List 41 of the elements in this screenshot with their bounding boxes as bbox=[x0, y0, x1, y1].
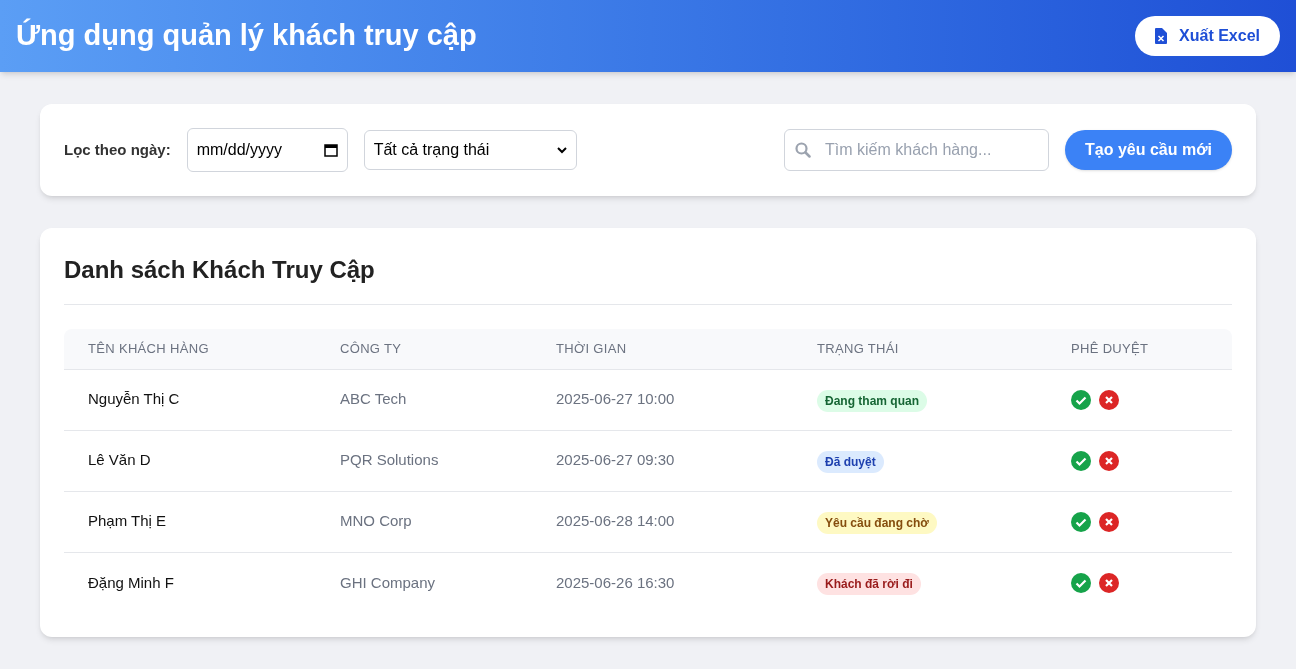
customer-name: Lê Văn D bbox=[88, 451, 151, 469]
status-badge: Khách đã rời đi bbox=[817, 572, 921, 595]
approve-icon[interactable] bbox=[1071, 572, 1091, 593]
customer-name: Nguyễn Thị C bbox=[88, 390, 180, 408]
chevron-down-icon bbox=[556, 146, 567, 154]
company-name: ABC Tech bbox=[340, 390, 407, 408]
column-header: TÊN KHÁCH HÀNG bbox=[64, 329, 316, 369]
search-icon bbox=[795, 142, 812, 158]
company-name: PQR Solutions bbox=[340, 451, 439, 469]
app-title: Ứng dụng quản lý khách truy cập bbox=[16, 17, 477, 54]
reject-icon[interactable] bbox=[1099, 572, 1119, 593]
visit-time: 2025-06-26 16:30 bbox=[556, 573, 675, 591]
search-field[interactable]: Tìm kiếm khách hàng... bbox=[784, 129, 1050, 171]
customer-name: Phạm Thị E bbox=[88, 512, 167, 530]
visit-time: 2025-06-28 14:00 bbox=[556, 512, 675, 530]
reject-icon[interactable] bbox=[1099, 511, 1119, 532]
column-header: TRẠNG THÁI bbox=[793, 329, 1047, 369]
reject-icon[interactable] bbox=[1099, 389, 1119, 410]
visit-time: 2025-06-27 09:30 bbox=[556, 451, 675, 469]
status-select[interactable]: Tất cả trạng thái bbox=[363, 130, 577, 170]
company-name: MNO Corp bbox=[340, 512, 412, 530]
date-field[interactable]: mm/dd/yyyy bbox=[186, 128, 348, 172]
table-title: Danh sách Khách Truy Cập bbox=[64, 252, 1232, 305]
status-badge: Đang tham quan bbox=[817, 389, 927, 412]
status-badge: Yêu cầu đang chờ bbox=[817, 511, 937, 534]
column-header: PHÊ DUYỆT bbox=[1047, 329, 1232, 369]
new-request-button[interactable]: Tạo yêu cầu mới bbox=[1065, 130, 1232, 170]
approve-icon[interactable] bbox=[1071, 450, 1091, 471]
company-name: GHI Company bbox=[340, 573, 436, 591]
calendar-icon bbox=[323, 143, 338, 157]
export-button[interactable]: Xuất Excel bbox=[1135, 16, 1280, 56]
excel-file-icon bbox=[1155, 28, 1168, 44]
approve-icon[interactable] bbox=[1071, 511, 1091, 532]
date-filter-label: Lọc theo ngày: bbox=[64, 139, 171, 160]
reject-icon[interactable] bbox=[1099, 450, 1119, 471]
customer-name: Đặng Minh F bbox=[88, 573, 174, 591]
visit-time: 2025-06-27 10:00 bbox=[556, 390, 675, 408]
column-header: CÔNG TY bbox=[316, 329, 532, 369]
column-header: THỜI GIAN bbox=[532, 329, 793, 369]
approve-icon[interactable] bbox=[1071, 389, 1091, 410]
status-badge: Đã duyệt bbox=[817, 450, 884, 473]
